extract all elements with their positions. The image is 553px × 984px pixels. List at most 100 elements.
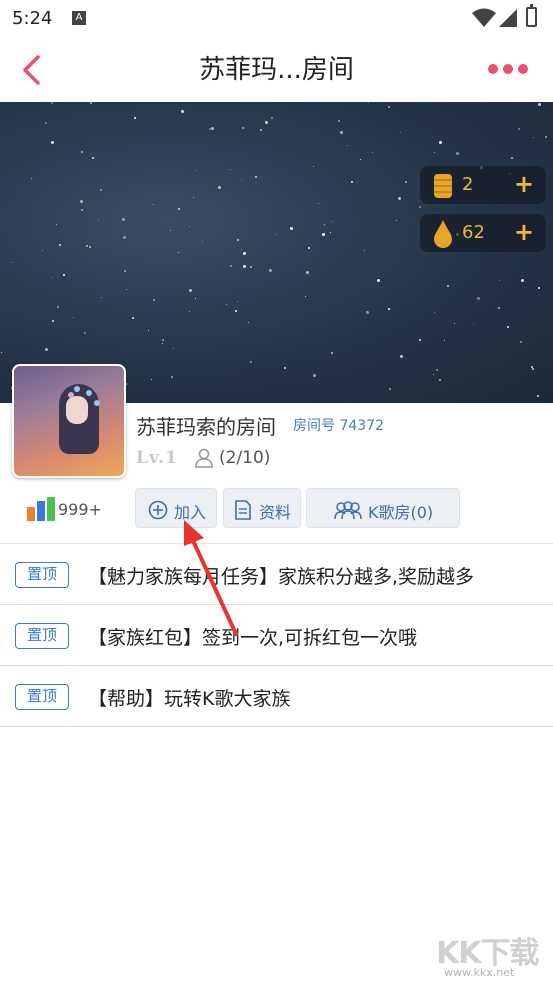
star [388,309,389,310]
star [81,209,83,211]
star [439,379,441,381]
star [276,234,277,235]
more-options-icon[interactable] [488,64,532,76]
watermark-url: www.kkx.net [444,966,515,979]
star [331,352,333,354]
star [419,339,421,341]
signal-icon [499,9,517,27]
star [189,226,190,227]
star [248,322,249,323]
star [518,128,520,130]
pinned-text: 【家族红包】签到一次,可拆红包一次哦 [88,627,418,649]
star [243,265,246,268]
star [473,324,474,325]
star [126,289,127,290]
gold-coin-wallet[interactable]: 2 + [420,166,546,204]
divider [0,604,553,605]
room-name: 苏菲玛索的房间 [136,415,276,439]
star [153,204,154,205]
star [92,157,94,159]
star [132,317,134,319]
star [306,271,309,274]
star [396,220,397,221]
star [447,285,449,287]
star [456,152,459,155]
star [290,227,293,230]
star [454,323,455,324]
star [162,343,163,344]
star [45,348,48,351]
pinned-text: 【魅力家族每月任务】家族积分越多,奖励越多 [88,566,475,588]
divider [0,726,553,727]
star [250,266,252,268]
back-arrow-icon[interactable] [18,54,44,86]
star [400,132,401,133]
star [250,361,252,363]
drop-wallet[interactable]: 62 + [420,214,546,252]
star [347,145,348,146]
member-count: (2/10) [219,448,271,468]
pinned-item[interactable]: 置顶 【帮助】玩转K歌大家族 [0,667,553,727]
star [269,269,272,272]
karaoke-room-button[interactable]: K歌房(0) [306,488,460,528]
star [340,131,343,134]
level-badge: Lv.1 [136,448,178,468]
star [153,299,155,301]
star [195,170,196,171]
star [42,250,43,251]
star [211,127,214,130]
pinned-item[interactable]: 置顶 【家族红包】签到一次,可拆红包一次哦 [0,606,553,666]
pinned-tag: 置顶 [15,684,69,710]
star [122,218,125,221]
star [235,310,237,312]
star [444,340,445,341]
karaoke-label: K歌房(0) [368,503,434,522]
star [322,233,325,236]
star [52,277,53,278]
star [477,297,480,300]
star [98,220,99,221]
star [237,239,239,241]
plus-circle-icon [148,500,168,520]
notification-icon: A [72,11,86,25]
star [148,330,149,331]
star [313,374,316,377]
star [171,376,173,378]
add-drops-icon[interactable]: + [514,220,534,244]
star [1,352,2,353]
room-number: 房间号 74372 [293,418,384,434]
star [537,395,539,397]
star [324,224,325,225]
star [101,297,102,298]
user-icon [195,448,213,468]
star [73,317,74,318]
star [439,141,442,144]
drop-icon [434,220,452,248]
star [398,197,401,200]
star [162,339,164,341]
star [100,189,102,191]
room-avatar[interactable] [12,364,126,478]
star [360,159,361,160]
star [202,241,203,242]
star [243,252,246,255]
drop-count: 62 [462,222,485,243]
add-coins-icon[interactable]: + [514,172,534,196]
star [56,224,57,225]
star [538,287,540,289]
pinned-item[interactable]: 置顶 【魅力家族每月任务】家族积分越多,奖励越多 [0,545,553,605]
star [178,208,180,210]
star [364,250,365,251]
star [193,197,194,198]
star [372,152,373,153]
page-title: 苏菲玛...房间 [199,55,354,85]
star [531,366,533,368]
star [366,311,369,314]
star [90,102,92,104]
document-icon [235,500,251,520]
star [255,176,257,178]
star [242,127,244,129]
star [241,249,242,250]
room-banner: 2 + 62 + [0,102,553,403]
star [338,120,340,122]
